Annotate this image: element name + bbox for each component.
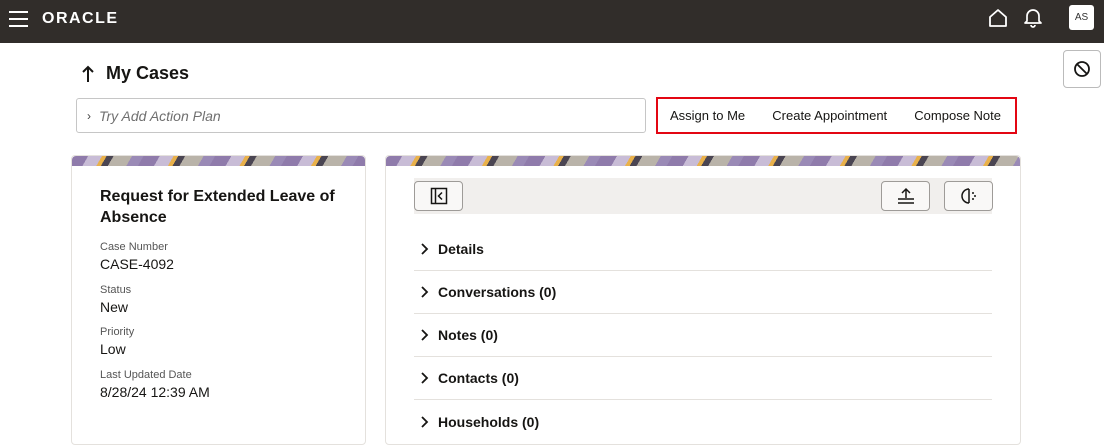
status-label: Status	[100, 284, 132, 296]
panel-banner	[386, 156, 1020, 166]
section-label: Contacts (0)	[438, 370, 519, 386]
last-updated-label: Last Updated Date	[100, 369, 192, 381]
section-label: Conversations (0)	[438, 284, 557, 300]
insights-button[interactable]	[944, 181, 993, 211]
up-arrow-icon[interactable]	[80, 64, 96, 84]
case-details-panel: Details Conversations (0) Notes (0) Cont…	[385, 155, 1021, 445]
oracle-logo: ORACLE	[42, 10, 119, 27]
case-summary-card: Request for Extended Leave of Absence Ca…	[71, 155, 366, 445]
panel-toolbar	[414, 178, 993, 214]
section-contacts[interactable]: Contacts (0)	[414, 357, 992, 400]
last-updated-value: 8/28/24 12:39 AM	[100, 384, 210, 400]
block-button[interactable]	[1063, 50, 1101, 88]
home-icon[interactable]	[987, 7, 1009, 29]
quick-actions: Assign to Me Create Appointment Compose …	[656, 97, 1017, 134]
section-conversations[interactable]: Conversations (0)	[414, 271, 992, 314]
priority-value: Low	[100, 341, 126, 357]
compose-note-button[interactable]: Compose Note	[914, 108, 1001, 123]
upload-button[interactable]	[881, 181, 930, 211]
upload-icon	[897, 187, 914, 204]
chevron-right-icon	[421, 243, 429, 255]
chevron-right-icon: ›	[87, 108, 91, 123]
chevron-right-icon	[421, 329, 429, 341]
card-banner	[72, 156, 365, 166]
avatar[interactable]: AS	[1069, 5, 1094, 30]
priority-label: Priority	[100, 326, 135, 338]
top-bar: ORACLE AS	[0, 0, 1104, 43]
page-header: My Cases	[80, 63, 189, 84]
menu-icon[interactable]	[9, 11, 28, 27]
assign-to-me-button[interactable]: Assign to Me	[670, 108, 745, 123]
section-households[interactable]: Households (0)	[414, 400, 992, 443]
chevron-right-icon	[421, 415, 429, 428]
create-appointment-button[interactable]: Create Appointment	[772, 108, 887, 123]
block-icon	[1074, 61, 1090, 77]
section-label: Households (0)	[438, 413, 540, 430]
collapse-panel-button[interactable]	[414, 181, 463, 211]
section-details[interactable]: Details	[414, 228, 992, 271]
collapse-panel-icon	[430, 187, 447, 205]
section-label: Details	[438, 241, 484, 257]
chevron-right-icon	[421, 286, 429, 298]
case-title: Request for Extended Leave of Absence	[100, 188, 335, 226]
chevron-right-icon	[421, 372, 429, 384]
case-number-value: CASE-4092	[100, 256, 174, 272]
case-number-label: Case Number	[100, 241, 168, 253]
section-label: Notes (0)	[438, 327, 498, 343]
action-search[interactable]: ›	[76, 98, 646, 133]
action-search-input[interactable]	[99, 107, 619, 124]
bell-icon[interactable]	[1022, 6, 1044, 28]
status-value: New	[100, 299, 129, 315]
section-notes[interactable]: Notes (0)	[414, 314, 992, 357]
insights-icon	[960, 188, 976, 204]
page-title: My Cases	[106, 63, 190, 83]
